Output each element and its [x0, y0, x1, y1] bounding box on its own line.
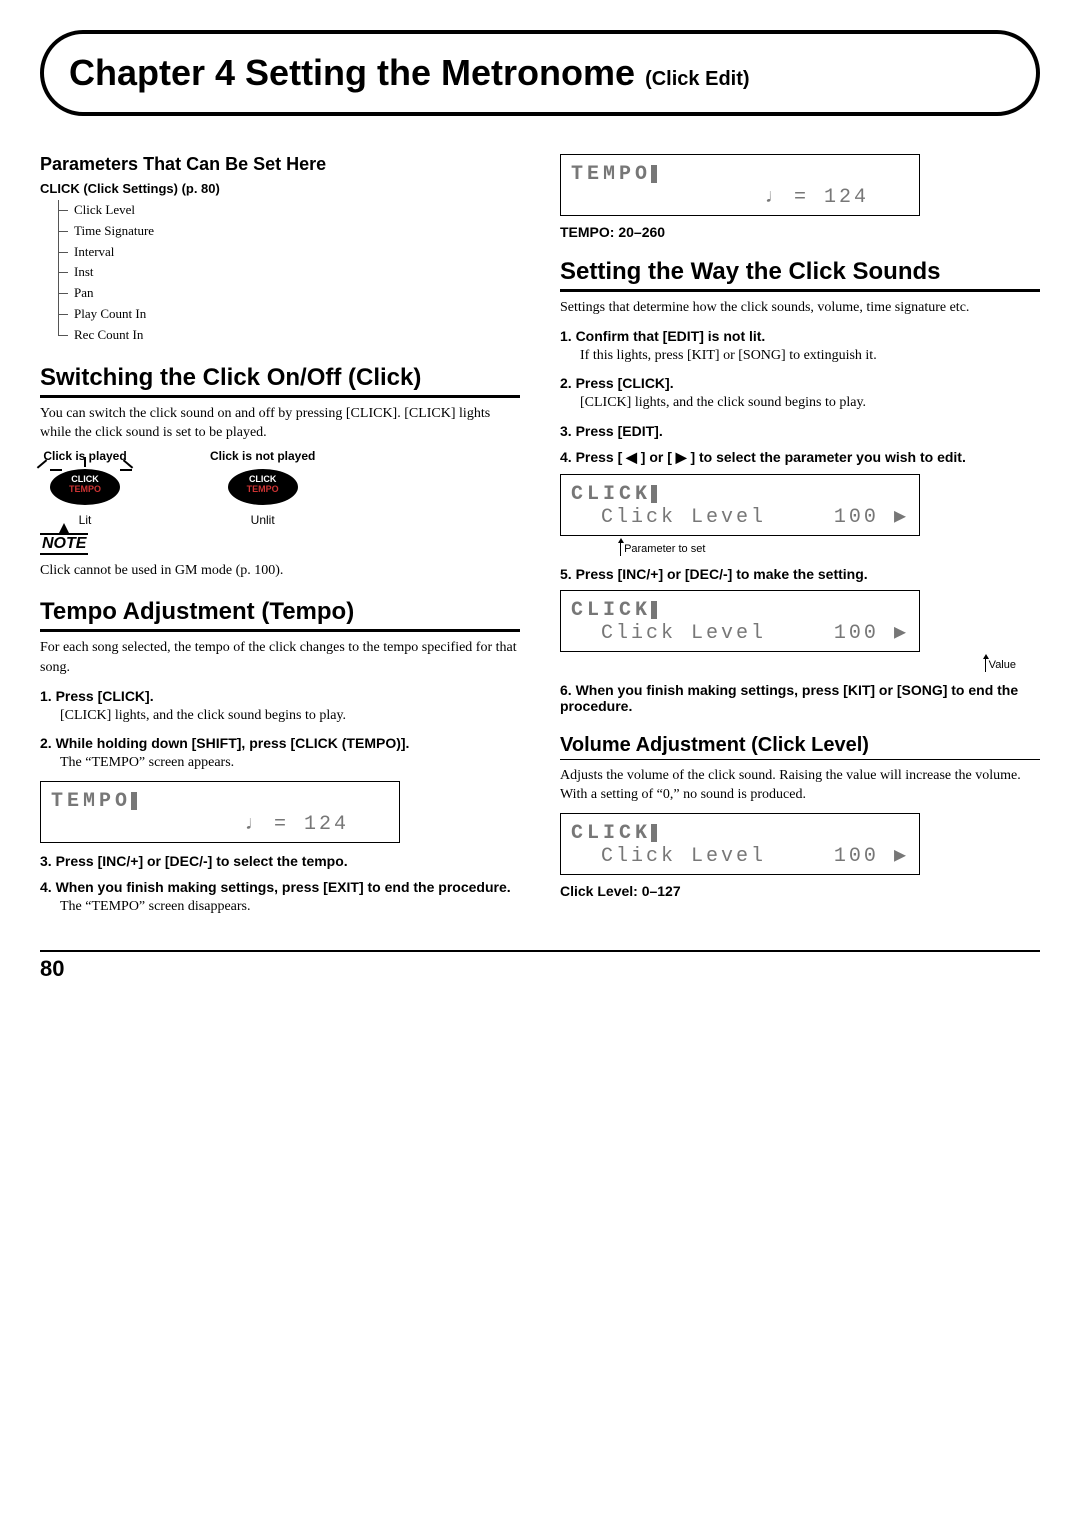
lcd-param-value: 100 — [834, 845, 879, 868]
section-way-click-sounds: Setting the Way the Click Sounds — [560, 258, 1040, 292]
lcd-line1: TEMPO — [571, 163, 909, 186]
params-heading: Parameters That Can Be Set Here — [40, 154, 520, 175]
tree-item: Rec Count In — [50, 325, 520, 346]
note-body: Click cannot be used in GM mode (p. 100)… — [40, 561, 520, 581]
lcd-tempo-label: TEMPO — [51, 790, 131, 813]
step-4-detail: The “TEMPO” screen disappears. — [60, 897, 520, 917]
note-icon: NOTE — [40, 533, 88, 555]
r-step-3: 3. Press [EDIT]. — [560, 423, 1040, 439]
step-2-detail: The “TEMPO” screen appears. — [60, 753, 520, 773]
step-4: 4. When you finish making settings, pres… — [40, 879, 520, 895]
lcd-param-name: Click Level — [601, 622, 766, 645]
annot-value: Value — [560, 658, 1016, 672]
click-played-col: Click is played CLICK TEMPO Lit — [40, 449, 130, 527]
lcd-cursor-icon — [651, 165, 657, 183]
lcd-param-value: 100 — [834, 622, 879, 645]
oval-tempo-label: TEMPO — [69, 484, 101, 494]
click-settings-tree: Click Level Time Signature Interval Inst… — [50, 200, 520, 346]
left-column: Parameters That Can Be Set Here CLICK (C… — [40, 146, 520, 920]
tree-item: Click Level — [50, 200, 520, 221]
r-step-1-detail: If this lights, press [KIT] or [SONG] to… — [580, 346, 1040, 366]
lcd-line2: ♩ = 124 — [571, 186, 909, 209]
tree-item: Inst — [50, 262, 520, 283]
lcd-line2: Click Level 100 ▶ — [571, 622, 909, 645]
subsection-volume-adjust: Volume Adjustment (Click Level) — [560, 734, 1040, 760]
lcd-line1: CLICK — [571, 599, 909, 622]
lcd-tempo-screen: TEMPO ♩ = 124 — [560, 154, 920, 216]
r-step-1: 1. Confirm that [EDIT] is not lit. — [560, 328, 1040, 344]
oval-tempo-label: TEMPO — [247, 484, 279, 494]
oval-click-label: CLICK — [71, 474, 99, 484]
shine-effect: CLICK TEMPO — [40, 463, 130, 511]
unlit-caption: Unlit — [210, 513, 315, 527]
r-step-5: 5. Press [INC/+] or [DEC/-] to make the … — [560, 566, 1040, 582]
lcd-click-screen: CLICK Click Level 100 ▶ — [560, 590, 920, 652]
lcd-click-screen: CLICK Click Level 100 ▶ — [560, 474, 920, 536]
page-footer-line — [40, 950, 1040, 952]
chapter-title: Chapter 4 Setting the Metronome (Click E… — [69, 52, 1011, 94]
lcd-line1: TEMPO — [51, 790, 389, 813]
step-2: 2. While holding down [SHIFT], press [CL… — [40, 735, 520, 751]
lcd-param-name: Click Level — [601, 845, 766, 868]
click-settings-heading: CLICK (Click Settings) (p. 80) — [40, 181, 520, 196]
lcd-line1: CLICK — [571, 822, 909, 845]
section-switching-click: Switching the Click On/Off (Click) — [40, 364, 520, 398]
lcd-cursor-icon — [651, 824, 657, 842]
lcd-param-name: Click Level — [601, 506, 766, 529]
step-1: 1. Press [CLICK]. — [40, 688, 520, 704]
oval-wrap: CLICK TEMPO — [210, 463, 315, 511]
click-state-row: Click is played CLICK TEMPO Lit Click is… — [40, 449, 520, 527]
chapter-title-box: Chapter 4 Setting the Metronome (Click E… — [40, 30, 1040, 116]
page-number: 80 — [40, 956, 1040, 982]
way-body: Settings that determine how the click so… — [560, 298, 1040, 318]
annot-param-to-set: Parameter to set — [620, 542, 1040, 556]
lcd-tempo-screen: TEMPO ♩ = 124 — [40, 781, 400, 843]
click-tempo-button-icon: CLICK TEMPO — [50, 469, 120, 505]
tree-item: Interval — [50, 242, 520, 263]
lcd-param-value: 100 — [834, 506, 879, 529]
click-tempo-button-icon: CLICK TEMPO — [228, 469, 298, 505]
chapter-title-main: Chapter 4 Setting the Metronome — [69, 52, 635, 93]
lcd-click-label: CLICK — [571, 483, 651, 506]
annot-param-label: Parameter to set — [624, 543, 705, 555]
lcd-line1: CLICK — [571, 483, 909, 506]
lcd-line2: Click Level 100 ▶ — [571, 845, 909, 868]
chevron-right-icon: ▶ — [894, 622, 909, 645]
annot-value-label: Value — [989, 659, 1016, 671]
lcd-cursor-icon — [651, 601, 657, 619]
lcd-tempo-label: TEMPO — [571, 163, 651, 186]
right-column: TEMPO ♩ = 124 TEMPO: 20–260 Setting the … — [560, 146, 1040, 920]
section-tempo-adjust: Tempo Adjustment (Tempo) — [40, 598, 520, 632]
switch-body: You can switch the click sound on and of… — [40, 404, 520, 443]
lcd-line2: Click Level 100 ▶ — [571, 506, 909, 529]
lcd-cursor-icon — [651, 485, 657, 503]
tempo-range: TEMPO: 20–260 — [560, 224, 1040, 240]
r-step-6: 6. When you finish making settings, pres… — [560, 682, 1040, 714]
step-3: 3. Press [INC/+] or [DEC/-] to select th… — [40, 853, 520, 869]
tempo-body: For each song selected, the tempo of the… — [40, 638, 520, 677]
lit-caption: Lit — [40, 513, 130, 527]
chevron-right-icon: ▶ — [894, 845, 909, 868]
click-notplayed-col: Click is not played CLICK TEMPO Unlit — [210, 449, 315, 527]
r-step-2-detail: [CLICK] lights, and the click sound begi… — [580, 393, 1040, 413]
lcd-click-screen: CLICK Click Level 100 ▶ — [560, 813, 920, 875]
click-notplayed-label: Click is not played — [210, 449, 315, 463]
chapter-title-sub: (Click Edit) — [645, 68, 749, 90]
vol-body: Adjusts the volume of the click sound. R… — [560, 766, 1040, 805]
r-step-2: 2. Press [CLICK]. — [560, 375, 1040, 391]
step-1-detail: [CLICK] lights, and the click sound begi… — [60, 706, 520, 726]
lcd-cursor-icon — [131, 792, 137, 810]
r-step-4: 4. Press [ ◀ ] or [ ▶ ] to select the pa… — [560, 449, 1040, 466]
tree-item: Play Count In — [50, 304, 520, 325]
click-level-range: Click Level: 0–127 — [560, 883, 1040, 899]
lcd-click-label: CLICK — [571, 599, 651, 622]
tree-item: Pan — [50, 283, 520, 304]
tree-item: Time Signature — [50, 221, 520, 242]
oval-click-label: CLICK — [249, 474, 277, 484]
lcd-click-label: CLICK — [571, 822, 651, 845]
chevron-right-icon: ▶ — [894, 506, 909, 529]
lcd-line2: ♩ = 124 — [51, 813, 389, 836]
